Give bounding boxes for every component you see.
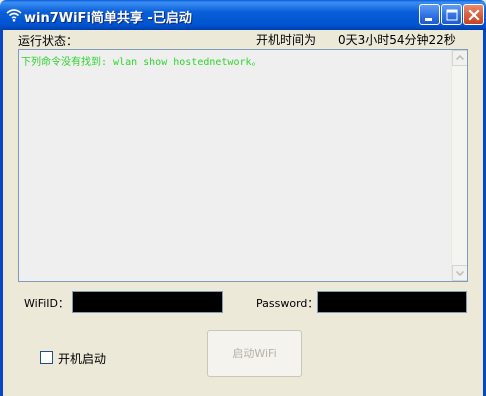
wifi-id-field[interactable] [72,291,223,313]
wifi-app-icon [6,9,22,22]
log-scrollbar[interactable] [451,50,467,281]
status-label: 运行状态： [18,34,79,48]
maximize-icon [446,9,458,21]
close-icon [468,9,480,21]
window-title: win7WiFi简单共享 -已启动 [24,11,192,26]
scroll-down-button[interactable] [452,265,467,281]
chevron-up-icon [455,54,465,61]
autostart-label[interactable]: 开机启动 [58,350,106,367]
scroll-up-button[interactable] [452,50,467,66]
autostart-checkbox[interactable] [40,351,53,364]
chevron-down-icon [455,270,465,277]
uptime-label: 开机时间为 [256,33,317,47]
minimize-icon [425,18,432,21]
minimize-button[interactable] [419,4,440,25]
uptime-value: 0天3小时54分钟22秒 [338,33,456,47]
window-frame-left [0,30,3,396]
wifi-id-label: WiFiID： [24,297,69,310]
title-bar[interactable]: win7WiFi简单共享 -已启动 [0,0,486,30]
log-textarea[interactable]: 下列命令没有找到: wlan show hostednetwork。 [18,49,468,282]
log-line: 下列命令没有找到: wlan show hostednetwork。 [21,57,262,68]
close-button[interactable] [463,4,484,25]
maximize-button[interactable] [441,4,462,25]
password-label: Password： [256,297,319,310]
start-wifi-button[interactable]: 启动WiFi [207,330,302,377]
password-field[interactable] [317,291,467,313]
